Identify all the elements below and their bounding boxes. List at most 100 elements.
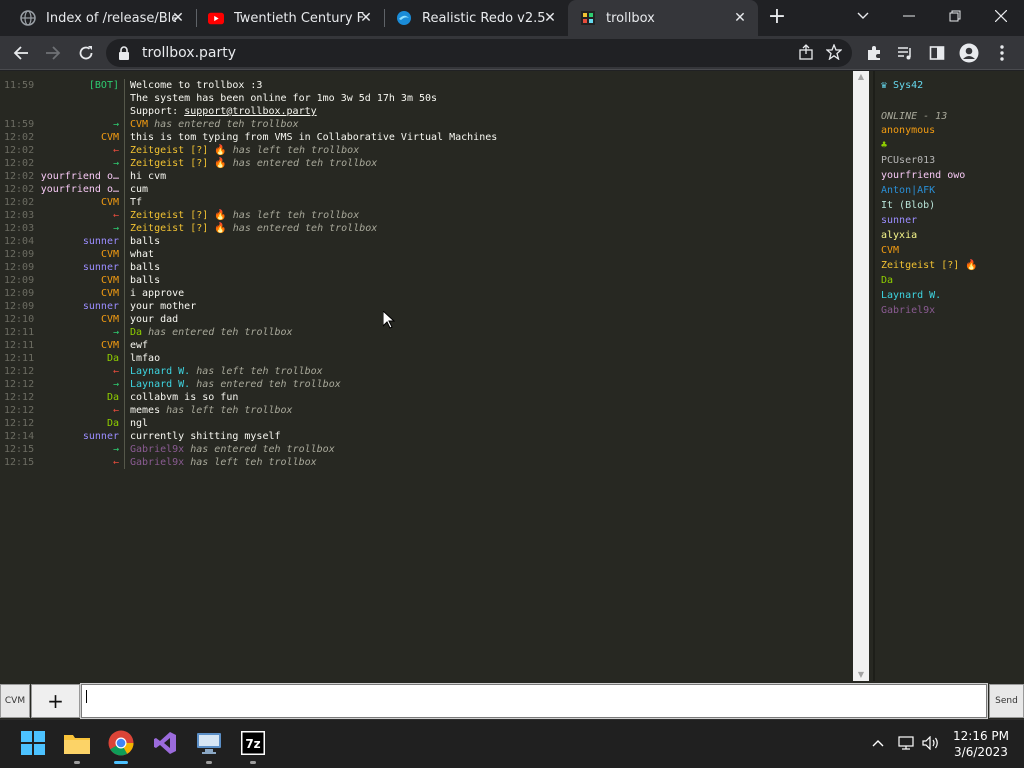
minimize-button[interactable] [886,0,932,32]
message-user[interactable]: Zeitgeist [?] 🔥 [130,210,227,221]
network-icon[interactable] [898,736,914,754]
message-user[interactable]: CVM [130,119,148,130]
chat-message: 12:09 sunner your mother [0,300,853,313]
message-user[interactable]: memes [130,405,160,416]
tab-trollbox[interactable]: trollbox ✕ [568,0,758,36]
add-button[interactable]: + [31,684,80,718]
new-tab-button[interactable]: + [766,6,788,28]
online-user[interactable]: Gabriel9x [881,303,1024,318]
tab-realistic-redo[interactable]: Realistic Redo v2.5 ✕ [384,0,568,36]
message-nick[interactable]: ← [38,144,124,157]
message-nick[interactable]: → [38,326,124,339]
online-user[interactable]: It (Blob) [881,198,1024,213]
message-nick[interactable]: → [38,118,124,131]
message-nick[interactable]: ← [38,404,124,417]
online-user[interactable]: Da [881,273,1024,288]
online-user[interactable]: CVM [881,243,1024,258]
message-nick[interactable]: CVM [38,248,124,261]
message-nick[interactable]: ← [38,209,124,222]
online-user[interactable]: alyxia [881,228,1024,243]
address-bar[interactable]: trollbox.party [106,39,852,67]
message-user[interactable]: Zeitgeist [?] 🔥 [130,223,227,234]
tab-search-chevron-icon[interactable] [840,0,886,32]
online-user[interactable]: sunner [881,213,1024,228]
file-explorer-icon[interactable] [62,728,92,764]
lock-icon[interactable] [118,45,130,64]
tray-chevron-up-icon[interactable] [872,736,884,751]
online-user[interactable]: yourfriend owo [881,168,1024,183]
online-user[interactable]: ♣ [881,138,1024,153]
message-nick[interactable]: yourfriend o… [38,183,124,196]
tab-blender-index[interactable]: Index of /release/Blend ✕ [8,0,196,36]
chrome-icon[interactable] [106,728,136,764]
scroll-up-arrow-icon[interactable]: ▲ [853,71,869,83]
close-icon[interactable]: ✕ [170,10,186,26]
share-icon[interactable] [798,44,814,64]
message-nick[interactable]: CVM [38,196,124,209]
reload-button[interactable] [73,40,99,66]
message-body: Laynard W. has entered teh trollbox [124,378,853,391]
online-user[interactable]: Anton|AFK [881,183,1024,198]
online-user[interactable]: Zeitgeist [?] 🔥 [881,258,1024,273]
close-icon[interactable]: ✕ [732,10,748,26]
online-user[interactable]: PCUser013 [881,153,1024,168]
side-panel-icon[interactable] [924,40,950,66]
message-nick[interactable]: Da [38,352,124,365]
7zip-icon[interactable]: 7z [238,728,268,764]
volume-icon[interactable] [922,735,940,754]
message-user[interactable]: Gabriel9x [130,457,184,468]
message-nick[interactable]: ← [38,456,124,469]
message-nick[interactable]: CVM [38,131,124,144]
scroll-down-arrow-icon[interactable]: ▼ [853,669,869,681]
tab-youtube[interactable]: Twentieth Century Fox ✕ [196,0,384,36]
visual-studio-icon[interactable] [150,728,180,758]
message-user[interactable]: Laynard W. [130,366,190,377]
profile-avatar-icon[interactable] [956,40,982,66]
close-icon[interactable]: ✕ [358,10,374,26]
message-nick[interactable] [38,105,124,118]
message-nick[interactable]: → [38,443,124,456]
message-nick[interactable]: sunner [38,235,124,248]
message-user[interactable]: Zeitgeist [?] 🔥 [130,145,227,156]
message-nick[interactable]: CVM [38,313,124,326]
message-nick[interactable]: → [38,157,124,170]
message-nick[interactable]: → [38,222,124,235]
star-icon[interactable] [825,43,843,64]
message-user[interactable]: Gabriel9x [130,444,184,455]
message-nick[interactable]: sunner [38,300,124,313]
back-button[interactable] [8,40,34,66]
message-nick[interactable]: [BOT] [38,79,124,92]
extensions-puzzle-icon[interactable] [861,40,887,66]
chat-scrollbar[interactable]: ▲ ▼ [853,71,869,681]
remote-desktop-icon[interactable] [194,728,224,764]
message-nick[interactable]: sunner [38,261,124,274]
message-nick[interactable]: CVM [38,274,124,287]
chat-log[interactable]: 11:59 [BOT] Welcome to trollbox :3 The syst… [0,71,853,681]
online-user[interactable]: Laynard W. [881,288,1024,303]
menu-kebab-icon[interactable] [989,40,1015,66]
message-user[interactable]: Laynard W. [130,379,190,390]
close-icon[interactable]: ✕ [542,10,558,26]
message-nick[interactable]: Da [38,391,124,404]
start-windows-icon[interactable] [18,728,48,758]
message-user[interactable]: Zeitgeist [?] 🔥 [130,158,227,169]
message-nick[interactable] [38,92,124,105]
nick-button[interactable]: CVM [0,684,30,718]
message-nick[interactable]: sunner [38,430,124,443]
message-nick[interactable]: Da [38,417,124,430]
message-nick[interactable]: CVM [38,287,124,300]
message-input[interactable] [80,683,988,719]
taskbar-clock[interactable]: 12:16 PM 3/6/2023 [944,728,1018,760]
message-nick[interactable]: ← [38,365,124,378]
message-nick[interactable]: CVM [38,339,124,352]
online-user[interactable]: anonymous [881,123,1024,138]
send-button[interactable]: Send [989,684,1024,718]
restore-button[interactable] [932,0,978,32]
message-user[interactable]: Da [130,327,142,338]
support-email-link[interactable]: support@trollbox.party [184,106,316,117]
forward-button[interactable] [40,40,66,66]
message-nick[interactable]: yourfriend o… [38,170,124,183]
media-queue-icon[interactable] [892,40,918,66]
close-window-button[interactable] [978,0,1024,32]
message-nick[interactable]: → [38,378,124,391]
